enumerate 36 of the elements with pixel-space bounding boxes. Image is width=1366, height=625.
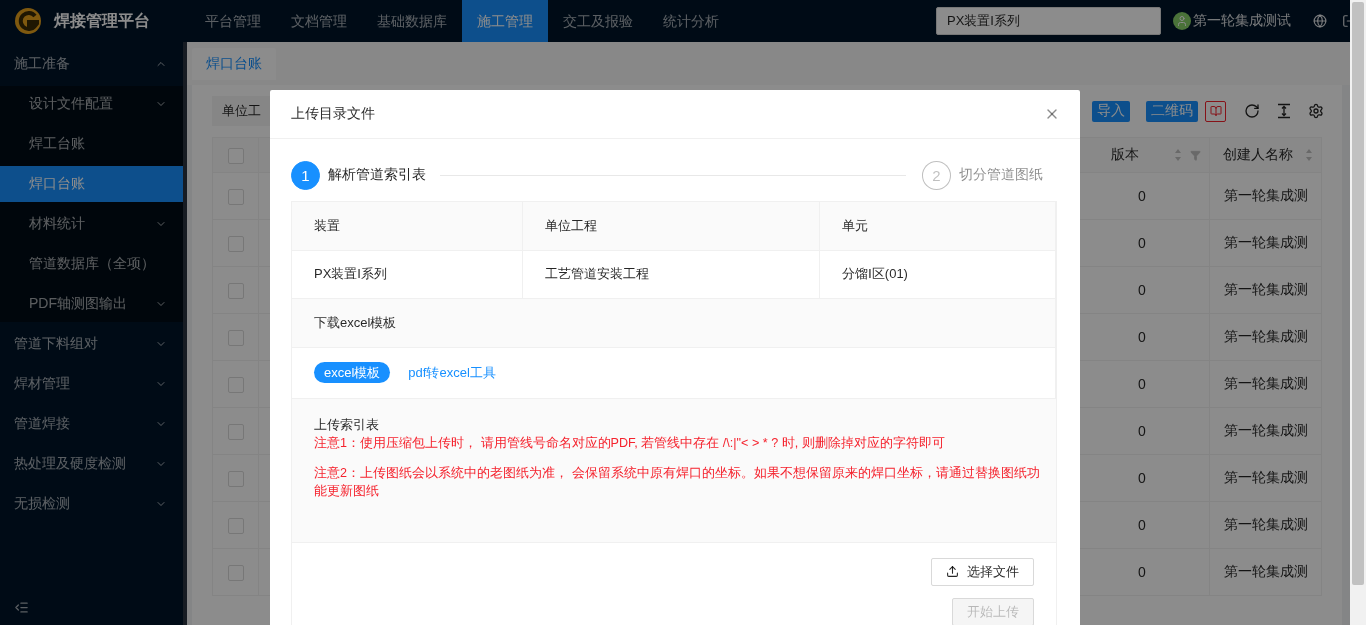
step-label: 切分管道图纸 (959, 166, 1043, 184)
info-value: 分馏Ⅰ区(01) (842, 265, 908, 284)
step-number: 2 (922, 160, 951, 190)
table-cell: 0 (1138, 329, 1146, 345)
table-cell: 第一轮集成测 (1223, 234, 1308, 250)
dialog-title: 上传目录文件 (291, 105, 375, 123)
table-cell: 第一轮集成测 (1223, 328, 1308, 344)
step-label: 解析管道索引表 (328, 166, 426, 184)
table-cell: 0 (1138, 376, 1146, 392)
table-cell: 第一轮集成测 (1223, 563, 1308, 579)
section-title: 下载excel模板 (314, 313, 397, 332)
table-cell: 0 (1138, 235, 1146, 251)
info-label: 单元 (842, 216, 868, 235)
info-label: 装置 (314, 216, 340, 235)
table-cell: 第一轮集成测 (1223, 375, 1308, 391)
info-label: 单位工程 (545, 216, 597, 235)
table-cell: 第一轮集成测 (1223, 516, 1308, 532)
warning-note: 注意2：上传图纸会以系统中的老图纸为准， 会保留系统中原有焊口的坐标。如果不想保留原来的焊口坐标，请通过替换图纸功能更新图纸 (314, 464, 1041, 500)
table-cell: 第一轮集成测 (1223, 422, 1308, 438)
table-cell: 0 (1138, 564, 1146, 580)
warning-note: 注意1：使用压缩包上传时， 请用管线号命名对应的PDF, 若管线中存在 /\:|"< > * ? 时, 则删除掉对应的字符即可 (314, 434, 946, 452)
table-cell: 第一轮集成测 (1223, 187, 1308, 203)
column-header: 版本 (1110, 146, 1139, 164)
step-number: 1 (291, 160, 320, 190)
app-title: 焊接管理平台 (54, 10, 150, 31)
table-cell: 0 (1138, 188, 1146, 204)
table-cell: 第一轮集成测 (1223, 281, 1308, 297)
table-cell: 0 (1138, 423, 1146, 439)
table-cell: 第一轮集成测 (1223, 469, 1308, 485)
table-cell: 0 (1138, 517, 1146, 533)
info-value: 工艺管道安装工程 (545, 265, 649, 284)
table-cell: 0 (1138, 282, 1146, 298)
section-title: 上传索引表 (314, 415, 380, 434)
info-value: PX装置I系列 (314, 265, 387, 284)
table-cell: 0 (1138, 470, 1146, 486)
column-header: 创建人名称 (1222, 146, 1293, 164)
